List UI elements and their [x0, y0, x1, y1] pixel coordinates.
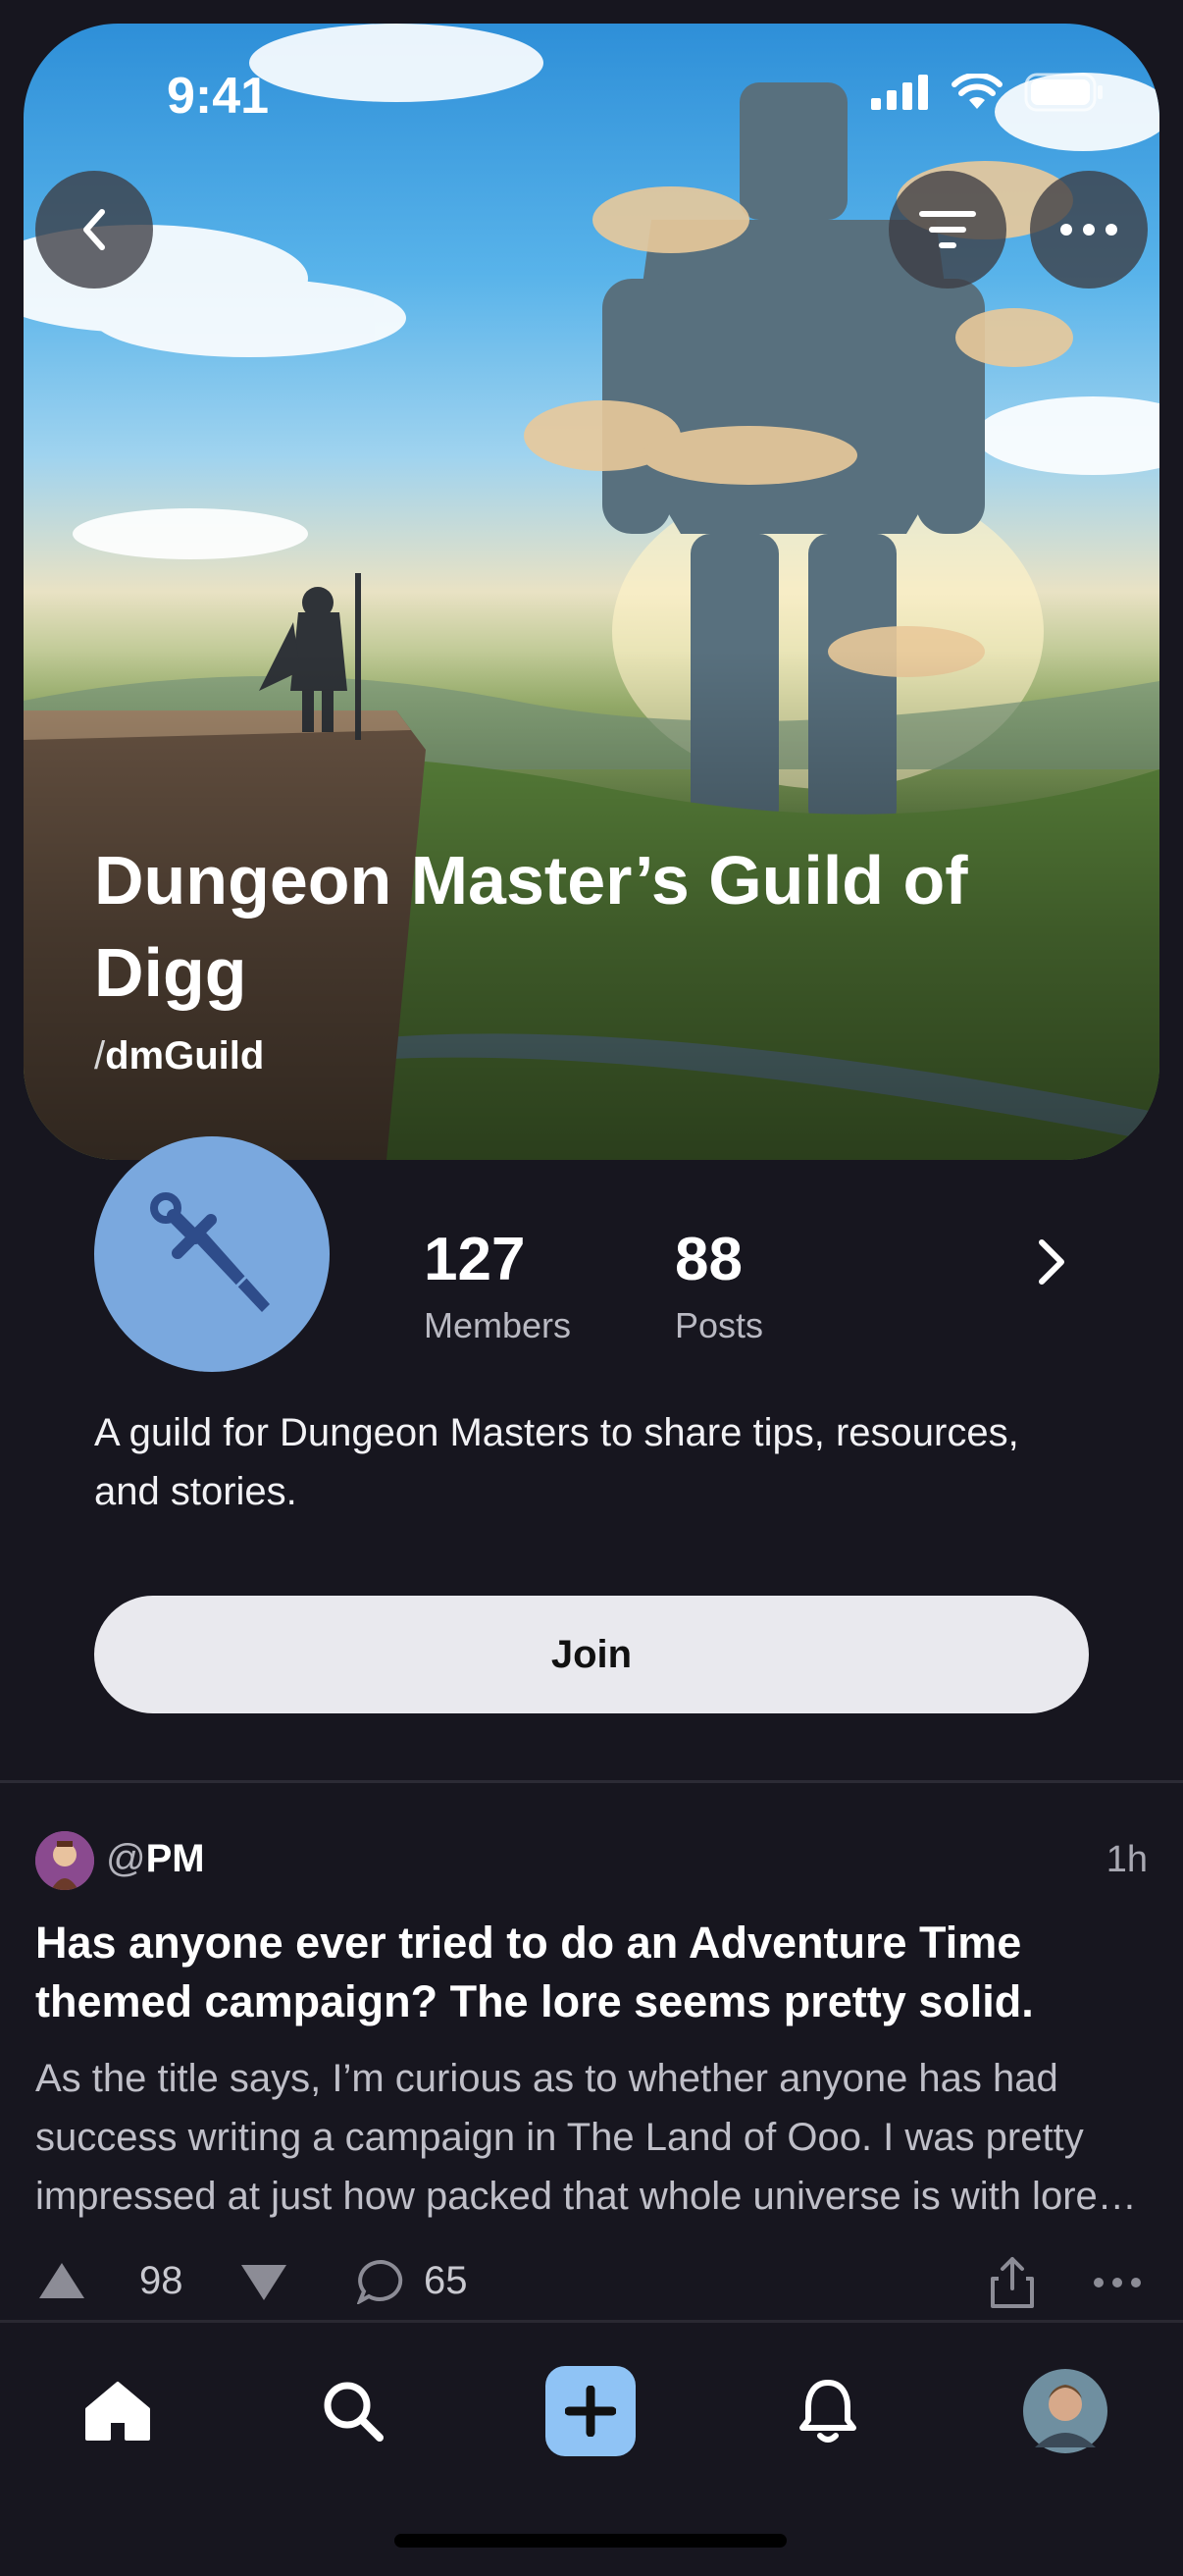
post-author[interactable]: @PM — [106, 1837, 205, 1881]
section-divider — [0, 1780, 1183, 1783]
post-time: 1h — [1106, 1839, 1148, 1880]
profile-avatar — [1023, 2369, 1107, 2453]
filter-button[interactable] — [889, 171, 1006, 289]
cellular-signal-icon — [871, 75, 928, 110]
post-body[interactable]: As the title says, I’m curious as to whe… — [35, 2049, 1154, 2226]
posts-count: 88 — [675, 1226, 743, 1293]
handle-text: dmGuild — [105, 1034, 265, 1078]
comment-count: 65 — [424, 2259, 468, 2302]
tab-notifications[interactable] — [779, 2362, 877, 2460]
vote-count: 98 — [139, 2259, 183, 2302]
wifi-icon — [952, 74, 1003, 109]
downvote-icon[interactable] — [239, 2263, 288, 2302]
guild-avatar — [94, 1136, 330, 1372]
guild-title: Dungeon Master’s Guild of Digg — [94, 842, 968, 1011]
filter-icon — [919, 211, 976, 248]
status-time: 9:41 — [167, 68, 270, 125]
share-icon[interactable] — [989, 2255, 1036, 2310]
more-horizontal-icon — [1060, 224, 1117, 236]
members-label: Members — [424, 1305, 572, 1345]
post-more-icon[interactable] — [1093, 2277, 1142, 2288]
home-icon — [85, 2382, 150, 2441]
battery-icon — [1024, 73, 1103, 112]
tab-create-post[interactable] — [541, 2362, 640, 2460]
author-avatar-illustration — [35, 1831, 94, 1890]
create-button-bg — [545, 2366, 636, 2456]
post-author-avatar[interactable] — [35, 1831, 94, 1890]
members-count: 127 — [424, 1226, 526, 1293]
upvote-icon[interactable] — [37, 2261, 86, 2300]
guild-description: A guild for Dungeon Masters to share tip… — [94, 1411, 1019, 1513]
status-icons — [871, 73, 1105, 112]
post-title[interactable]: Has anyone ever tried to do an Adventure… — [35, 1914, 1154, 2031]
search-icon — [324, 2382, 384, 2442]
username: PM — [145, 1837, 205, 1880]
more-options-button[interactable] — [1030, 171, 1148, 289]
create-post-icon — [565, 2386, 616, 2437]
username-prefix: @ — [106, 1837, 146, 1880]
back-chevron-icon — [83, 209, 105, 250]
chevron-right-icon[interactable] — [1032, 1235, 1071, 1289]
dagger-icon — [150, 1192, 270, 1312]
home-indicator — [394, 2534, 787, 2548]
back-button[interactable] — [35, 171, 153, 289]
tab-search[interactable] — [304, 2362, 402, 2460]
tab-profile[interactable] — [1016, 2362, 1114, 2460]
handle-prefix: / — [94, 1034, 106, 1078]
join-button[interactable]: Join — [94, 1596, 1089, 1713]
comment-icon[interactable] — [357, 2259, 406, 2304]
guild-handle: /dmGuild — [94, 1034, 264, 1078]
notifications-bell-icon — [799, 2380, 856, 2443]
tab-home[interactable] — [69, 2362, 167, 2460]
posts-label: Posts — [675, 1305, 764, 1345]
